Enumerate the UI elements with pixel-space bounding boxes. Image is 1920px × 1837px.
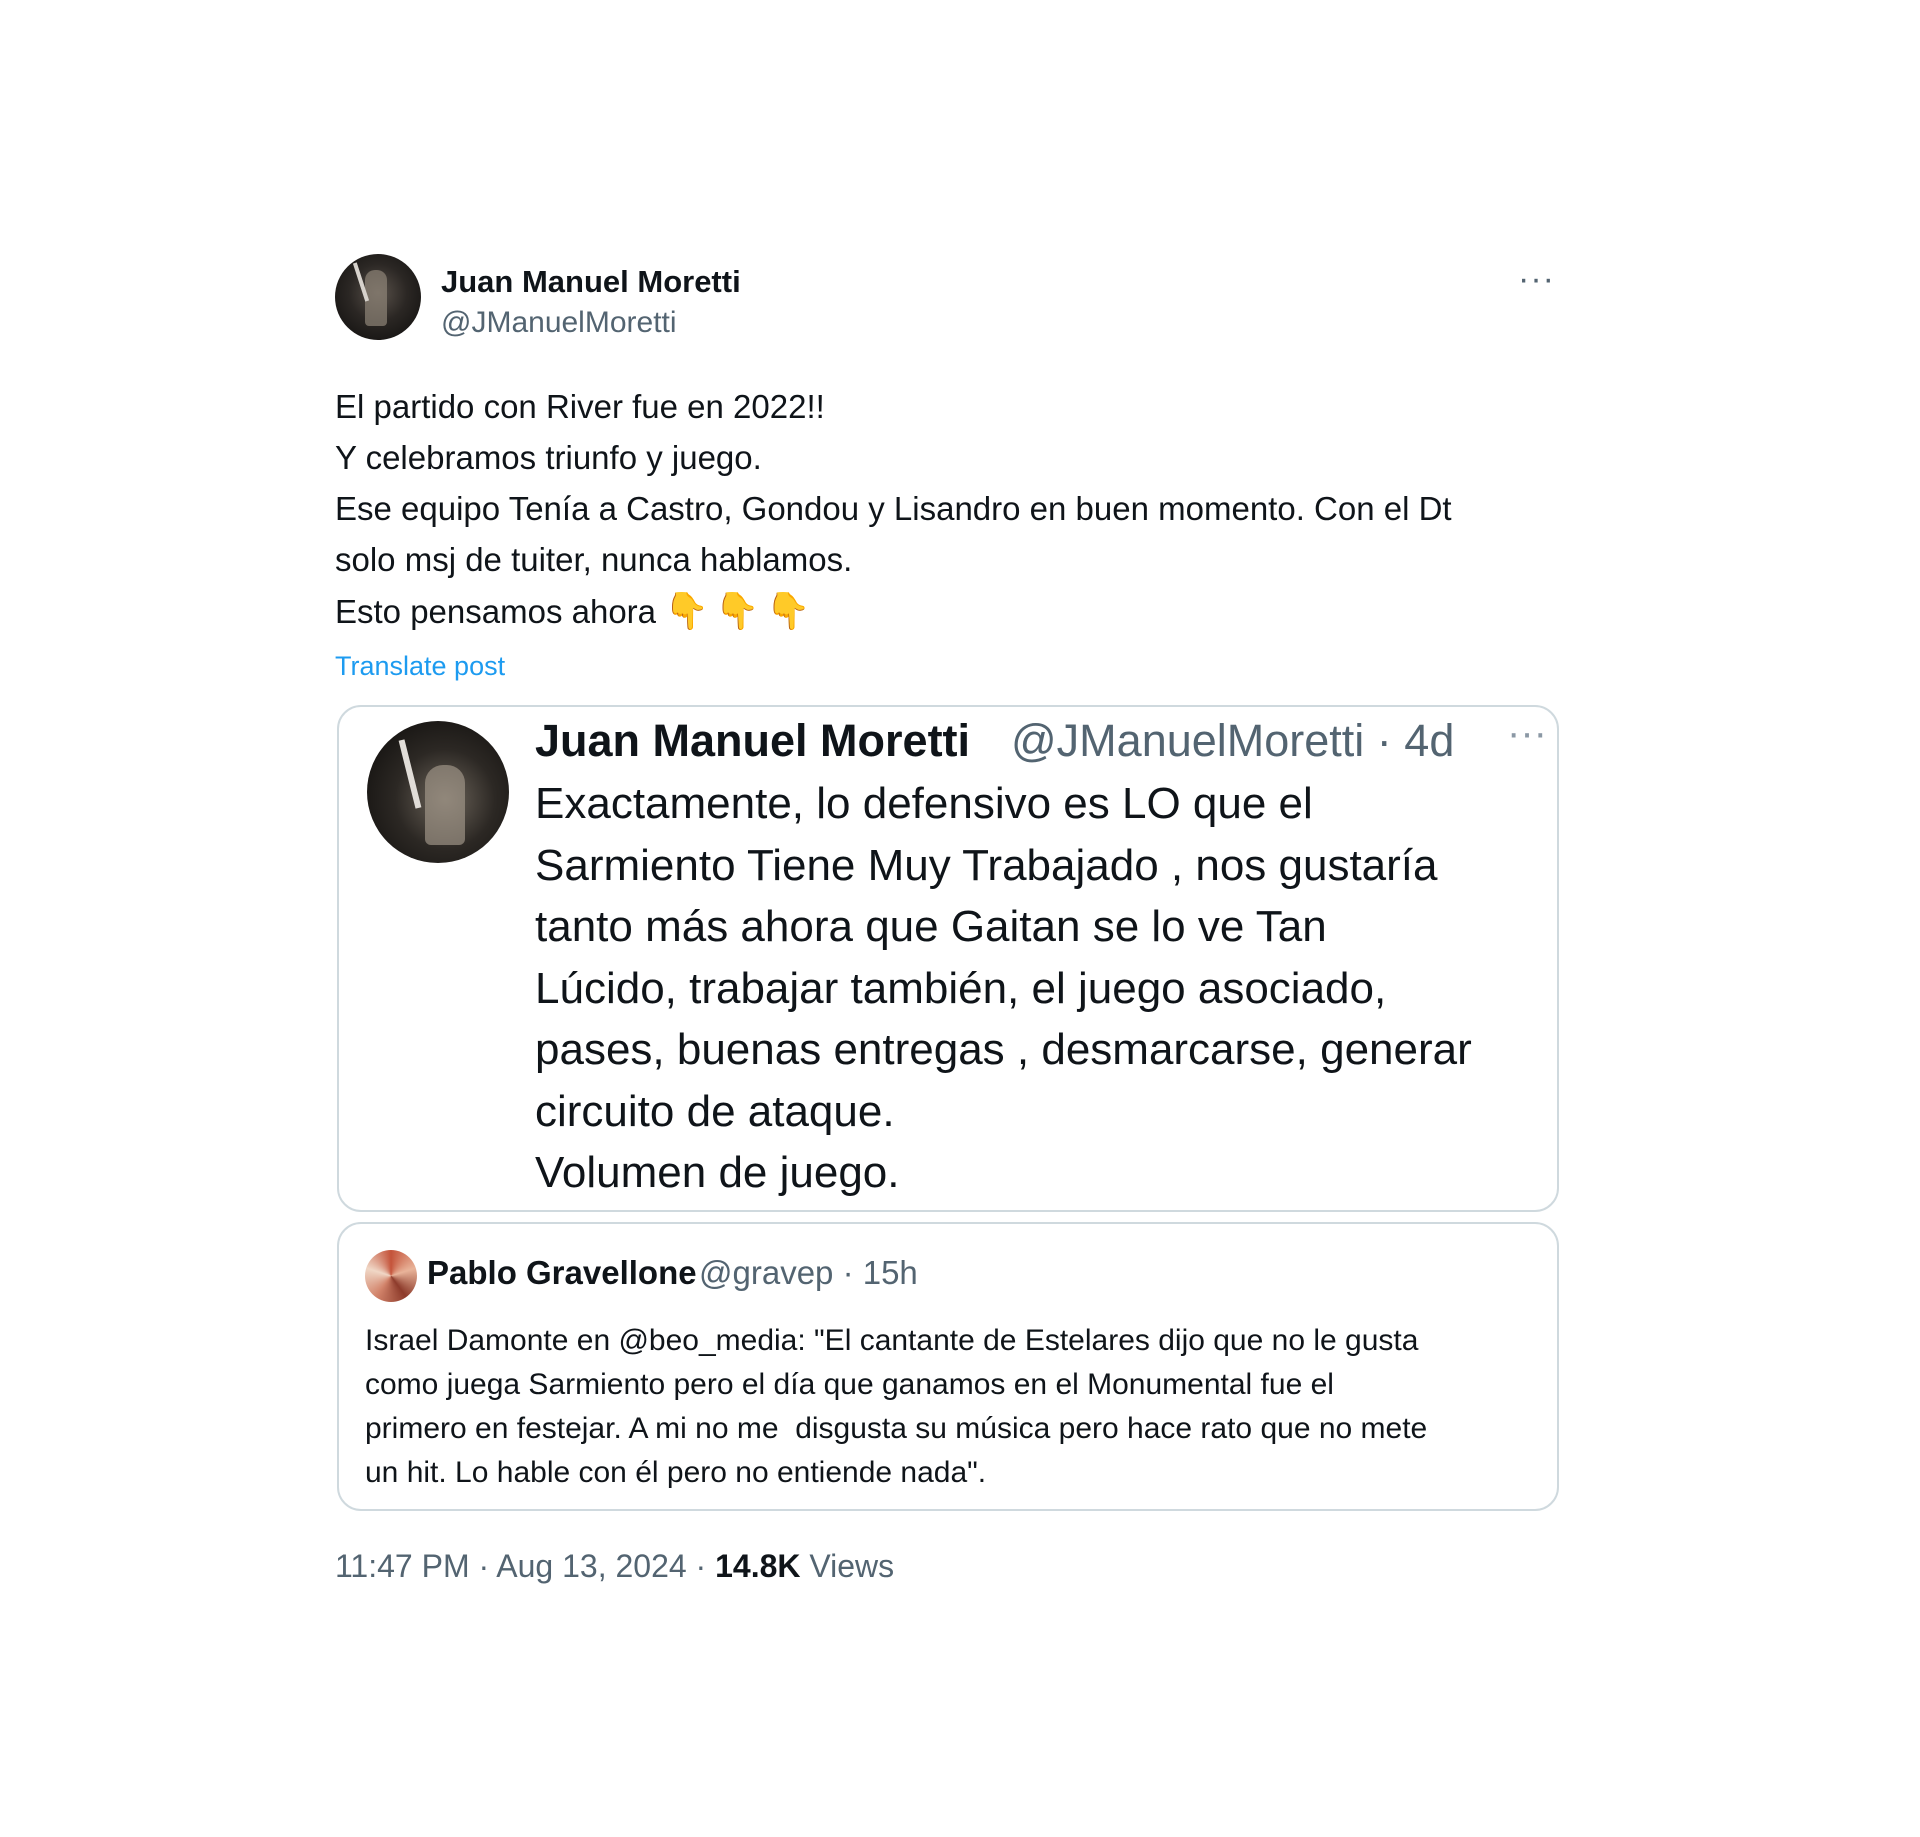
nested-text-line: primero en festejar. A mi no me disgusta… [365,1412,1428,1445]
tweet-card: Juan Manuel Moretti @JManuelMoretti ··· … [335,250,1560,1584]
quoted-author-avatar [367,721,509,863]
tweet-text-line: solo msj de tuiter, nunca hablamos. [335,541,853,578]
quoted-text-line: Lúcido, trabajar también, el juego asoci… [535,963,1387,1013]
tweet-text-line: Esto pensamos ahora 👇👇👇 [335,585,1560,637]
quoted-author-handle: @JManuelMoretti · 4d [1011,715,1455,766]
quoted-tweet[interactable]: Juan Manuel Moretti @JManuelMoretti · 4d… [337,705,1559,1212]
quoted-author-name: Juan Manuel Moretti [535,715,971,766]
nested-author-handle: @gravep · 15h [699,1254,918,1291]
nested-author-avatar [365,1250,417,1302]
nested-tweet-text: Israel Damonte en @beo_media: "El cantan… [365,1319,1545,1495]
translate-post-link[interactable]: Translate post [335,651,1560,682]
pointing-down-emoji: 👇👇👇 [664,590,817,631]
tweet-text-line: Y celebramos triunfo y juego. [335,439,762,476]
quoted-text-line: Volumen de juego. [535,1148,900,1197]
quoted-text-line: pases, buenas entregas , desmarcarse, ge… [535,1025,1472,1074]
author-avatar[interactable] [335,254,421,340]
quoted-text-line: circuito de ataque. [535,1086,895,1136]
tweet-text-line: Ese equipo Tenía a Castro, Gondou y Lisa… [335,490,1452,527]
nested-text-line: un hit. Lo hable con él pero no entiende… [365,1456,987,1489]
tweet-text-line-content: Esto pensamos ahora [335,593,657,630]
nested-text-line: Israel Damonte en @beo_media: "El cantan… [365,1324,1419,1357]
quoted-more-options-icon: ··· [1507,711,1547,755]
views-count: 14.8K [715,1548,801,1584]
author-name[interactable]: Juan Manuel Moretti [441,264,741,300]
nested-quoted-tweet[interactable]: Pablo Gravellone @gravep · 15h Israel Da… [337,1222,1559,1511]
quoted-tweet-text: Exactamente, lo defensivo es LO que el S… [535,773,1545,1204]
tweet-text: El partido con River fue en 2022!! Y cel… [335,381,1560,637]
quoted-text-line: tanto más ahora que Gaitan se lo ve Tan [535,902,1327,951]
tweet-text-line: El partido con River fue en 2022!! [335,388,825,425]
nested-author-name: Pablo Gravellone [427,1254,697,1291]
nested-text-line: como juega Sarmiento pero el día que gan… [365,1368,1334,1401]
quoted-text-line: Sarmiento Tiene Muy Trabajado , nos gust… [535,840,1438,890]
author-handle[interactable]: @JManuelMoretti [441,306,677,340]
quoted-text-line: Exactamente, lo defensivo es LO que el [535,779,1313,828]
avatar-microphone [398,739,422,809]
avatar-figure [425,765,465,845]
tweet-timestamp[interactable]: 11:47 PM · Aug 13, 2024 · [335,1548,715,1584]
views-label: Views [800,1548,895,1584]
tweet-header: Juan Manuel Moretti @JManuelMoretti ··· [335,250,1560,345]
tweet-meta: 11:47 PM · Aug 13, 2024 · 14.8K Views [335,1548,894,1585]
more-options-icon[interactable]: ··· [1518,260,1555,299]
